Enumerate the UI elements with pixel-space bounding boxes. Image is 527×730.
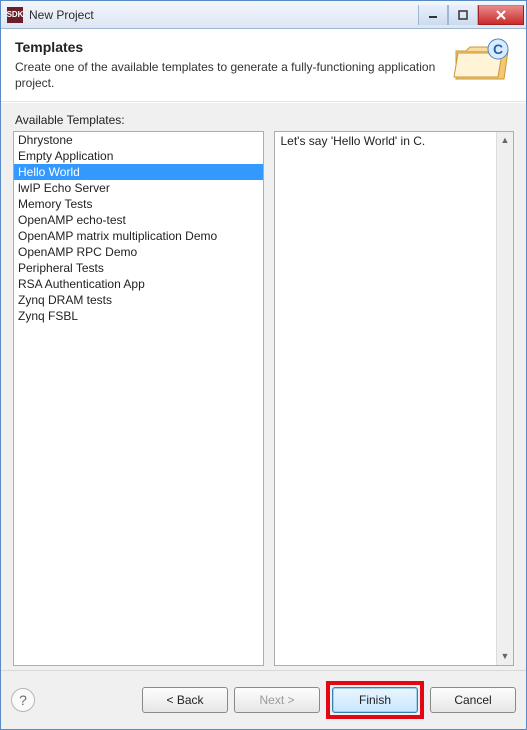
template-item[interactable]: OpenAMP RPC Demo <box>14 244 263 260</box>
scroll-down-icon[interactable]: ▼ <box>497 648 513 665</box>
button-bar: ? < Back Next > Finish Cancel <box>1 670 526 729</box>
template-list[interactable]: DhrystoneEmpty ApplicationHello WorldlwI… <box>13 131 264 666</box>
titlebar[interactable]: SDK New Project <box>1 1 526 29</box>
template-item[interactable]: Memory Tests <box>14 196 263 212</box>
scrollbar[interactable]: ▲ ▼ <box>496 132 513 665</box>
template-description-text: Let's say 'Hello World' in C. <box>281 134 426 148</box>
template-item[interactable]: Empty Application <box>14 148 263 164</box>
cancel-button[interactable]: Cancel <box>430 687 516 713</box>
content-area: Available Templates: DhrystoneEmpty Appl… <box>1 102 526 670</box>
finish-highlight: Finish <box>326 681 424 719</box>
back-button[interactable]: < Back <box>142 687 228 713</box>
template-item[interactable]: Zynq DRAM tests <box>14 292 263 308</box>
help-icon: ? <box>19 692 27 708</box>
finish-button[interactable]: Finish <box>332 687 418 713</box>
template-item[interactable]: OpenAMP echo-test <box>14 212 263 228</box>
new-project-dialog: SDK New Project Templates Create one of … <box>0 0 527 730</box>
close-button[interactable] <box>478 5 524 25</box>
template-item[interactable]: RSA Authentication App <box>14 276 263 292</box>
template-item[interactable]: Hello World <box>14 164 263 180</box>
template-item[interactable]: OpenAMP matrix multiplication Demo <box>14 228 263 244</box>
window-controls <box>418 5 526 25</box>
scroll-up-icon[interactable]: ▲ <box>497 132 513 149</box>
window-title: New Project <box>29 8 94 22</box>
template-item[interactable]: Dhrystone <box>14 132 263 148</box>
minimize-button[interactable] <box>418 5 448 25</box>
template-item[interactable]: Zynq FSBL <box>14 308 263 324</box>
folder-c-icon: C <box>452 35 512 85</box>
maximize-button[interactable] <box>448 5 478 25</box>
next-button: Next > <box>234 687 320 713</box>
template-item[interactable]: lwIP Echo Server <box>14 180 263 196</box>
wizard-header: Templates Create one of the available te… <box>1 29 526 102</box>
template-description-panel: Let's say 'Hello World' in C. ▲ ▼ <box>274 131 515 666</box>
template-item[interactable]: Peripheral Tests <box>14 260 263 276</box>
sdk-icon: SDK <box>7 7 23 23</box>
page-title: Templates <box>15 39 442 55</box>
page-description: Create one of the available templates to… <box>15 59 442 91</box>
svg-text:C: C <box>493 41 503 57</box>
help-button[interactable]: ? <box>11 688 35 712</box>
available-templates-label: Available Templates: <box>15 113 514 127</box>
